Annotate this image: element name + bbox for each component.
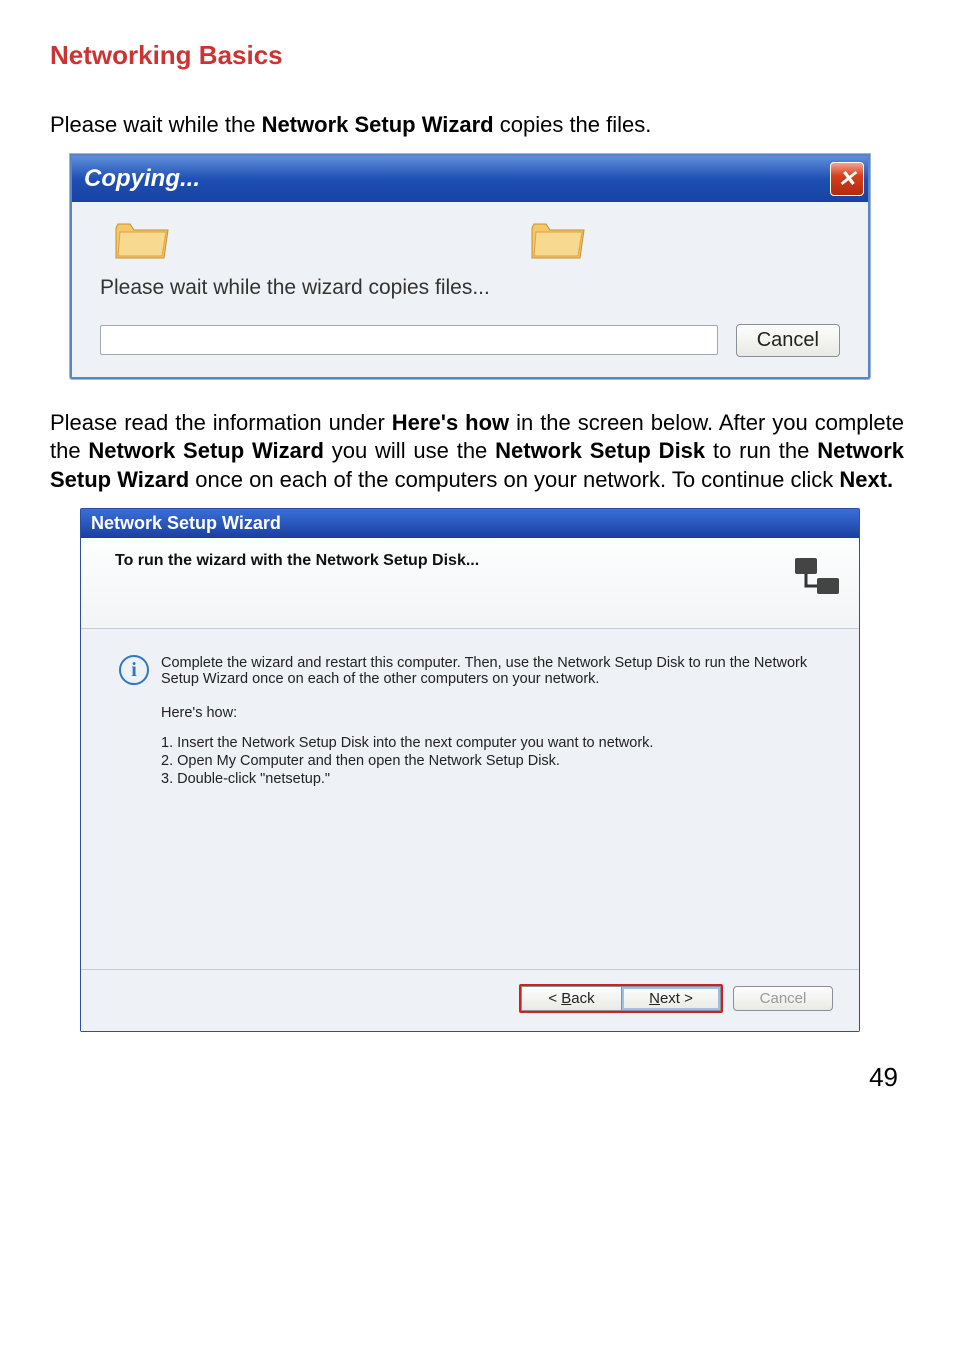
text: you will use the bbox=[324, 438, 495, 463]
bold-text: Network Setup Disk bbox=[495, 438, 705, 463]
dialog-title: Copying... bbox=[84, 165, 200, 193]
text: ext > bbox=[660, 990, 693, 1007]
close-icon: ✕ bbox=[838, 166, 856, 192]
close-button[interactable]: ✕ bbox=[830, 162, 864, 196]
nav-button-group: < Back Next > bbox=[519, 984, 723, 1013]
folder-source-icon bbox=[114, 216, 170, 262]
cancel-button[interactable]: Cancel bbox=[736, 324, 840, 357]
copy-status-text: Please wait while the wizard copies file… bbox=[100, 276, 840, 300]
back-button[interactable]: < Back bbox=[521, 986, 621, 1011]
wizard-content: i Complete the wizard and restart this c… bbox=[81, 629, 859, 969]
info-text: Complete the wizard and restart this com… bbox=[161, 655, 829, 687]
text: Please read the information under bbox=[50, 410, 392, 435]
next-button[interactable]: Next > bbox=[621, 986, 721, 1011]
cancel-button[interactable]: Cancel bbox=[733, 986, 833, 1011]
bold-text: Next. bbox=[839, 467, 893, 492]
text: copies the files. bbox=[494, 112, 652, 137]
text-underline: B bbox=[561, 990, 571, 1007]
info-icon: i bbox=[119, 655, 149, 685]
page-heading: Networking Basics bbox=[50, 40, 904, 71]
info-row: i Complete the wizard and restart this c… bbox=[119, 655, 829, 687]
copying-dialog: Copying... ✕ Please wait while the wizar… bbox=[70, 154, 870, 379]
step-item: 2. Open My Computer and then open the Ne… bbox=[161, 753, 829, 769]
step-item: 3. Double-click "netsetup." bbox=[161, 771, 829, 787]
text-underline: N bbox=[649, 990, 660, 1007]
dialog-titlebar: Copying... ✕ bbox=[72, 156, 868, 202]
instruction-paragraph: Please read the information under Here's… bbox=[50, 409, 904, 495]
dialog-body: Please wait while the wizard copies file… bbox=[72, 202, 868, 377]
text: ack bbox=[571, 990, 594, 1007]
text: once on each of the computers on your ne… bbox=[189, 467, 839, 492]
heres-how-label: Here's how: bbox=[161, 705, 829, 721]
wizard-titlebar: Network Setup Wizard bbox=[81, 509, 859, 538]
intro-paragraph: Please wait while the Network Setup Wiza… bbox=[50, 111, 904, 140]
text: < bbox=[548, 990, 561, 1007]
bold-text: Here's how bbox=[392, 410, 509, 435]
page-number: 49 bbox=[50, 1062, 904, 1093]
step-item: 1. Insert the Network Setup Disk into th… bbox=[161, 735, 829, 751]
wizard-header-title: To run the wizard with the Network Setup… bbox=[115, 552, 479, 570]
network-devices-icon bbox=[791, 552, 843, 604]
copy-animation-row bbox=[100, 216, 840, 262]
text: Please wait while the bbox=[50, 112, 262, 137]
network-setup-wizard-dialog: Network Setup Wizard To run the wizard w… bbox=[80, 508, 860, 1032]
bold-text: Network Setup Wizard bbox=[262, 112, 494, 137]
text: to run the bbox=[705, 438, 817, 463]
progress-row: Cancel bbox=[100, 324, 840, 357]
bold-text: Network Setup Wizard bbox=[88, 438, 323, 463]
wizard-header: To run the wizard with the Network Setup… bbox=[81, 538, 859, 629]
wizard-button-row: < Back Next > Cancel bbox=[81, 969, 859, 1031]
folder-dest-icon bbox=[530, 216, 586, 262]
steps-list: 1. Insert the Network Setup Disk into th… bbox=[161, 735, 829, 787]
progress-bar bbox=[100, 325, 718, 355]
